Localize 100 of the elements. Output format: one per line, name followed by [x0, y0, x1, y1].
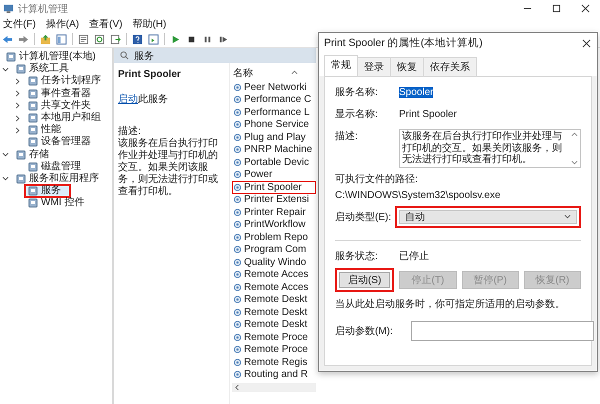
service-row[interactable]: Peer Networki — [232, 81, 316, 94]
chevron-right-icon[interactable] — [14, 78, 21, 85]
chevron-right-icon[interactable] — [14, 114, 21, 122]
service-row[interactable]: Remote Acces — [232, 268, 316, 281]
window-title: 计算机管理 — [18, 2, 68, 16]
scroll-up-icon[interactable] — [571, 132, 578, 137]
tree-item[interactable]: 服务和应用程序 — [12, 172, 103, 186]
close-icon[interactable] — [581, 4, 590, 13]
tile-icon — [28, 76, 38, 86]
play-icon[interactable] — [170, 34, 181, 44]
sort-caret-icon — [291, 70, 298, 75]
forward-arrow-icon[interactable] — [18, 34, 29, 44]
tab[interactable]: 登录 — [357, 57, 391, 76]
tree-item[interactable]: 共享文件夹 — [24, 98, 95, 113]
tile-icon — [28, 186, 38, 196]
tile-icon — [16, 64, 26, 74]
column-header[interactable]: 名称 — [232, 65, 316, 81]
field-label: 描述: — [335, 130, 359, 143]
service-row[interactable]: Remote Proce — [232, 344, 316, 356]
back-arrow-icon[interactable] — [2, 34, 13, 44]
service-row[interactable]: Quality Windo — [232, 256, 316, 268]
tile-icon — [28, 113, 38, 124]
service-row[interactable]: Plug and Play — [232, 131, 316, 144]
tree-item[interactable]: 存储 — [12, 148, 53, 162]
tile-icon — [28, 125, 38, 136]
start-link[interactable]: 启动 — [118, 94, 138, 105]
pane-icon[interactable] — [56, 34, 67, 44]
tab[interactable]: 常规 — [324, 55, 358, 76]
menu-item[interactable]: 查看(V) — [89, 17, 122, 31]
chevron-down-icon — [564, 214, 571, 219]
service-row[interactable]: Remote Proce — [232, 331, 316, 344]
tab[interactable]: 依存关系 — [423, 57, 477, 76]
service-row[interactable]: Routing and R — [232, 368, 316, 381]
service-row[interactable]: Portable Devic — [232, 156, 316, 168]
service-row[interactable]: Printer Extensi — [232, 194, 316, 206]
maximize-icon[interactable] — [552, 4, 561, 13]
service-row[interactable]: Performance C — [232, 94, 316, 106]
scroll-down-icon[interactable] — [571, 160, 578, 164]
start-params-field[interactable] — [411, 320, 594, 340]
tile-icon — [28, 100, 38, 111]
tile-icon — [28, 88, 38, 99]
menu-item[interactable]: 文件(F) — [3, 17, 36, 31]
service-button[interactable]: 启动(S) — [335, 268, 394, 292]
close-icon[interactable] — [582, 38, 591, 48]
service-row[interactable]: Remote Deskt — [232, 294, 316, 306]
chevron-right-icon[interactable] — [14, 126, 21, 134]
tab[interactable]: 恢复 — [390, 57, 424, 76]
chevron-right-icon[interactable] — [14, 102, 21, 110]
service-row[interactable]: Performance L — [232, 106, 316, 118]
tile-icon — [28, 137, 38, 148]
status-value: 已停止 — [399, 250, 429, 262]
tree-item[interactable]: WMI 控件 — [24, 196, 88, 210]
chevron-down-icon[interactable] — [2, 175, 9, 182]
service-row[interactable]: PNRP Machine — [232, 144, 316, 156]
hint-text: 当从此处启动服务时，你可指定所适用的启动参数。 — [335, 298, 566, 310]
tile-icon — [28, 162, 38, 172]
service-row[interactable]: Printer Repair — [232, 206, 316, 218]
service-row[interactable]: Power — [232, 168, 316, 181]
path-label: 可执行文件的路径: — [335, 172, 419, 186]
service-row[interactable]: Phone Service — [232, 118, 316, 131]
tree-item[interactable]: 任务计划程序 — [24, 74, 105, 88]
folder-up-icon[interactable] — [40, 34, 51, 44]
service-row[interactable]: Remote Deskt — [232, 318, 316, 331]
field-label: 启动类型(E): — [335, 210, 392, 224]
tile-icon — [16, 150, 26, 160]
scroll-left-icon[interactable] — [234, 384, 240, 391]
chevron-down-icon[interactable] — [2, 151, 9, 158]
menu-item[interactable]: 操作(A) — [46, 17, 80, 31]
description-text: 该服务在后台执行打印作业并处理与打印机的交互。如果关闭该服务，则无法进行打印或查看打印机。 — [401, 130, 563, 166]
field-label: 服务名称: — [335, 86, 379, 99]
service-row[interactable]: PrintWorkflow — [232, 218, 316, 231]
tree-item[interactable]: 设备管理器 — [24, 135, 95, 150]
tree-item[interactable]: 事件查看器 — [24, 86, 95, 101]
service-row[interactable]: Program Com — [232, 244, 316, 256]
start-service-sentence: 启动此服务 — [118, 92, 169, 106]
field-label: 显示名称: — [335, 108, 379, 121]
search-icon — [120, 51, 129, 60]
tree-item[interactable]: 性能 — [24, 123, 65, 138]
service-row[interactable]: Remote Deskt — [232, 306, 316, 318]
service-row[interactable]: Problem Repo — [232, 231, 316, 244]
refresh-icon[interactable] — [94, 34, 105, 44]
export-icon[interactable] — [110, 34, 121, 44]
tree-item[interactable]: 服务 — [24, 184, 71, 198]
startup-type-dropdown[interactable]: 自动 — [395, 206, 581, 228]
horizontal-scrollbar[interactable] — [232, 383, 316, 392]
service-row[interactable]: Remote Acces — [232, 281, 316, 294]
console-icon[interactable] — [148, 34, 159, 44]
menu-item[interactable]: 帮助(H) — [132, 17, 166, 31]
description-field[interactable]: 该服务在后台执行打印作业并处理与打印机的交互。如果关闭该服务，则无法进行打印或查看打印机。 — [399, 129, 581, 168]
panel-title: 服务 — [134, 50, 154, 62]
app-icon — [3, 3, 14, 14]
service-row[interactable]: Remote Regis — [232, 356, 316, 368]
properties-icon[interactable] — [78, 34, 89, 44]
description-label: 描述: — [118, 124, 142, 138]
service-row[interactable]: Print Spooler — [232, 181, 316, 194]
help-icon[interactable] — [132, 34, 143, 44]
tree-item[interactable]: 磁盘管理 — [24, 160, 85, 174]
chevron-right-icon[interactable] — [14, 90, 21, 98]
tile-icon — [28, 198, 38, 208]
chevron-down-icon[interactable] — [2, 66, 9, 73]
